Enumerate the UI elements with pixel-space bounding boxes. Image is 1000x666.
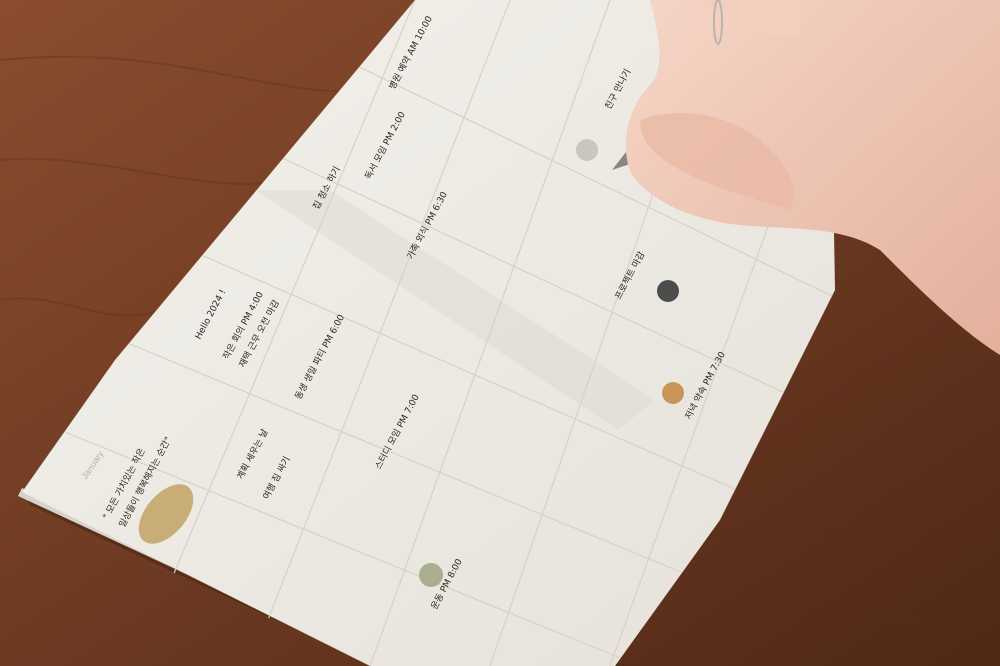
sticker-sage-dot: [419, 563, 443, 587]
sticker-orange-dot: [662, 382, 684, 404]
sticker-dark-dot: [657, 280, 679, 302]
planner-photo: January " 모든 가치있는 작은 일상들이 행복해지는 순간" Hell…: [0, 0, 1000, 666]
sticker-gray-dot: [576, 139, 598, 161]
